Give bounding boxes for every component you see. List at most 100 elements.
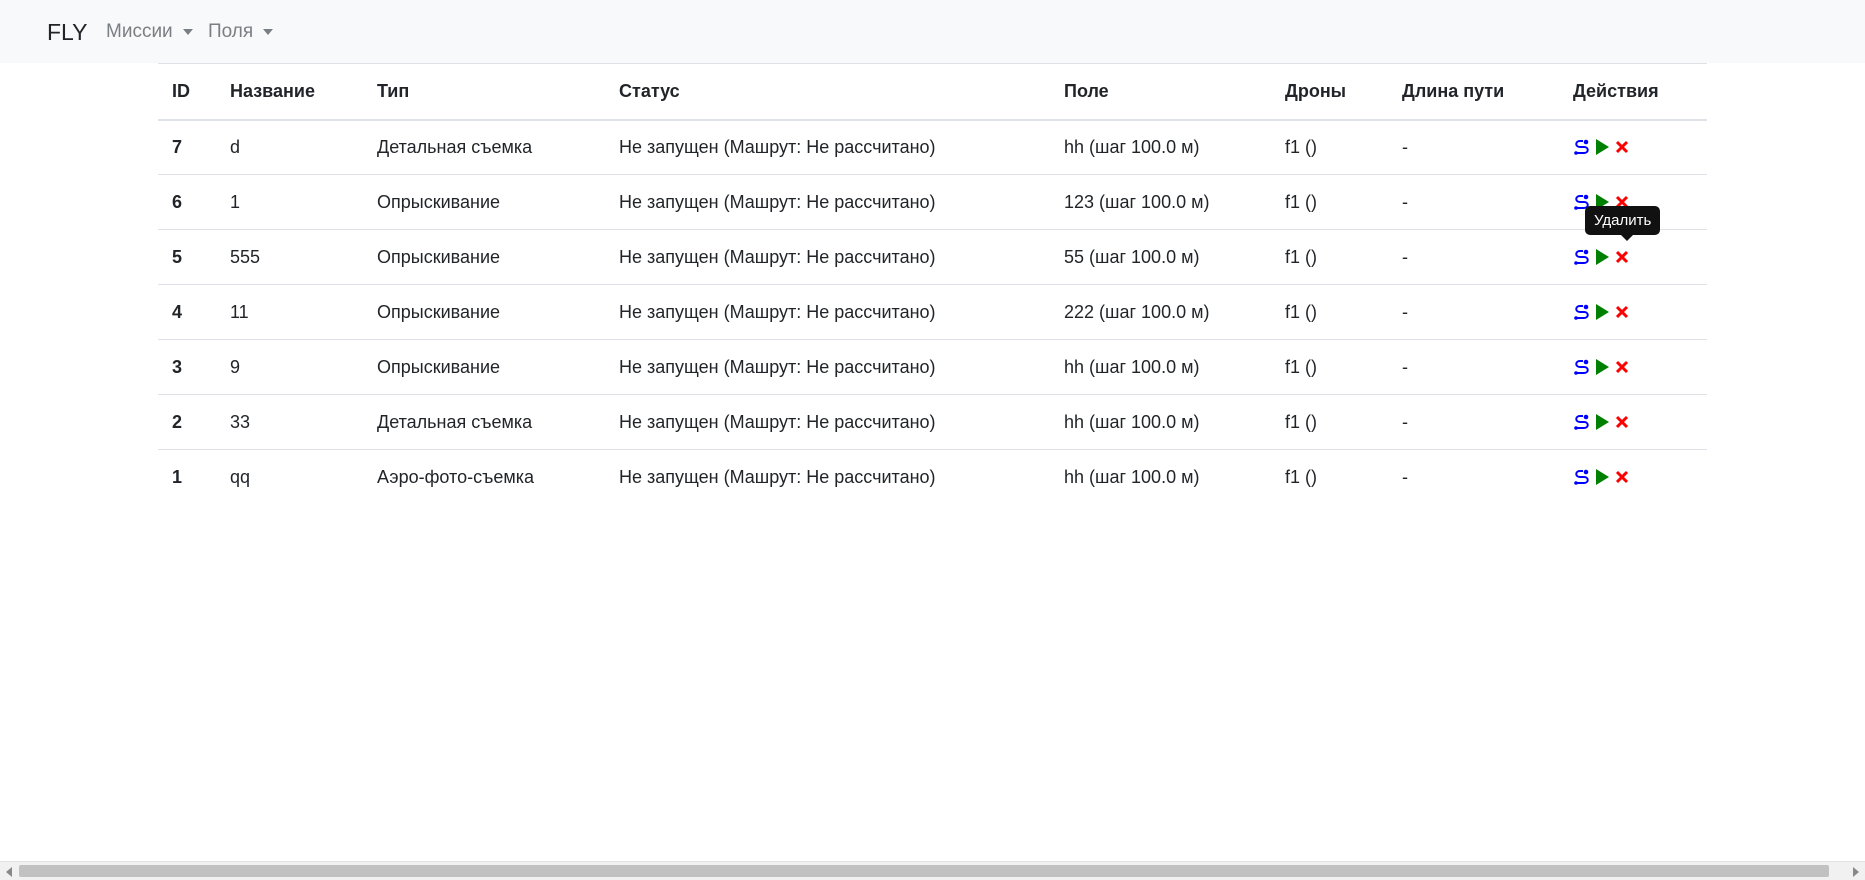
scroll-left-icon[interactable] [6,867,12,877]
brand-logo[interactable]: FLY [47,19,87,46]
cell-name: 33 [230,411,251,432]
missions-table-container: ID Название Тип Статус Поле Дроны Длина … [158,63,1707,505]
header-drones: Дроны [1285,80,1347,101]
route-icon[interactable] [1573,468,1591,486]
cell-drones: f1 () [1285,136,1318,157]
chevron-down-icon [263,29,274,35]
cell-status: Не запущен (Машрут: Не рассчитано) [619,356,936,377]
cell-id: 6 [172,191,183,212]
cell-path-length: - [1402,466,1408,487]
cell-field: 222 (шаг 100.0 м) [1064,301,1210,322]
missions-table: ID Название Тип Статус Поле Дроны Длина … [158,63,1707,505]
cell-type: Опрыскивание [377,301,501,322]
actions-group [1573,248,1707,266]
play-icon[interactable] [1593,248,1611,266]
cell-type: Опрыскивание [377,246,501,267]
play-icon[interactable] [1593,468,1611,486]
route-icon[interactable] [1573,358,1591,376]
navbar: FLY Миссии Поля [0,0,1865,63]
cell-drones: f1 () [1285,246,1318,267]
menu-fields-label: Поля [208,21,254,42]
cell-drones: f1 () [1285,191,1318,212]
cell-drones: f1 () [1285,356,1318,377]
cell-id: 1 [172,466,183,487]
cell-status: Не запущен (Машрут: Не рассчитано) [619,191,936,212]
delete-tooltip: Удалить [1585,206,1661,241]
table-row: 1 qq Аэро-фото-съемка Не запущен (Машрут: Н… [158,450,1707,505]
actions-group [1573,413,1707,431]
cell-field: hh (шаг 100.0 м) [1064,411,1200,432]
cell-actions [1559,285,1707,340]
actions-group [1573,358,1707,376]
cell-type: Опрыскивание [377,191,501,212]
header-name: Название [230,80,315,101]
route-icon[interactable] [1573,248,1591,266]
cell-status: Не запущен (Машрут: Не рассчитано) [619,301,936,322]
cell-name: 1 [230,191,241,212]
cell-type: Детальная съемка [377,411,533,432]
horizontal-scrollbar[interactable] [0,861,1865,880]
table-row: 5 555 Опрыскивание Не запущен (Машрут: Не р… [158,230,1707,285]
cell-drones: f1 () [1285,411,1318,432]
cell-actions [1559,120,1707,175]
cell-type: Аэро-фото-съемка [377,466,534,487]
route-icon[interactable] [1573,138,1591,156]
cell-path-length: - [1402,246,1408,267]
cell-status: Не запущен (Машрут: Не рассчитано) [619,136,936,157]
cell-name: qq [230,466,251,487]
cell-status: Не запущен (Машрут: Не рассчитано) [619,411,936,432]
table-body: 7 d Детальная съемка Не запущен (Машрут: Не… [158,120,1707,505]
cell-drones: f1 () [1285,301,1318,322]
close-icon[interactable] [1613,138,1631,156]
table-row: 6 1 Опрыскивание Не запущен (Машрут: Не рас… [158,175,1707,230]
cell-name: 11 [230,301,249,322]
cell-actions [1559,450,1707,505]
play-icon[interactable] [1593,358,1611,376]
scrollbar-thumb[interactable] [19,865,1829,877]
cell-type: Детальная съемка [377,136,533,157]
cell-id: 2 [172,411,183,432]
route-icon[interactable] [1573,303,1591,321]
play-icon[interactable] [1593,303,1611,321]
close-icon[interactable] [1613,248,1631,266]
cell-type: Опрыскивание [377,356,501,377]
play-icon[interactable] [1593,413,1611,431]
route-icon[interactable] [1573,413,1591,431]
tooltip-arrow [1621,235,1633,241]
cell-path-length: - [1402,191,1408,212]
actions-group [1573,468,1707,486]
cell-id: 3 [172,356,183,377]
cell-name: 9 [230,356,241,377]
play-icon[interactable] [1593,138,1611,156]
header-type: Тип [377,80,410,101]
header-status: Статус [619,80,680,101]
cell-path-length: - [1402,301,1408,322]
header-actions: Действия [1573,80,1659,101]
actions-group [1573,303,1707,321]
close-icon[interactable] [1613,468,1631,486]
header-path-length: Длина пути [1402,80,1505,101]
cell-path-length: - [1402,136,1408,157]
menu-fields[interactable]: Поля [208,21,274,43]
cell-field: 123 (шаг 100.0 м) [1064,191,1210,212]
cell-id: 5 [172,246,183,267]
cell-actions [1559,395,1707,450]
table-row: 3 9 Опрыскивание Не запущен (Машрут: Не рас… [158,340,1707,395]
table-row: 7 d Детальная съемка Не запущен (Машрут: Не… [158,120,1707,175]
close-icon[interactable] [1613,358,1631,376]
cell-field: hh (шаг 100.0 м) [1064,136,1200,157]
menu-missions[interactable]: Миссии [106,21,193,43]
cell-field: hh (шаг 100.0 м) [1064,356,1200,377]
close-icon[interactable] [1613,413,1631,431]
chevron-down-icon [182,29,193,35]
scroll-right-icon[interactable] [1853,867,1859,877]
table-row: 2 33 Детальная съемка Не запущен (Машрут: Н… [158,395,1707,450]
cell-path-length: - [1402,356,1408,377]
cell-name: d [230,136,241,157]
cell-status: Не запущен (Машрут: Не рассчитано) [619,246,936,267]
header-id: ID [172,80,190,101]
header-field: Поле [1064,80,1109,101]
cell-id: 4 [172,301,183,322]
close-icon[interactable] [1613,303,1631,321]
menu-missions-label: Миссии [106,21,173,42]
